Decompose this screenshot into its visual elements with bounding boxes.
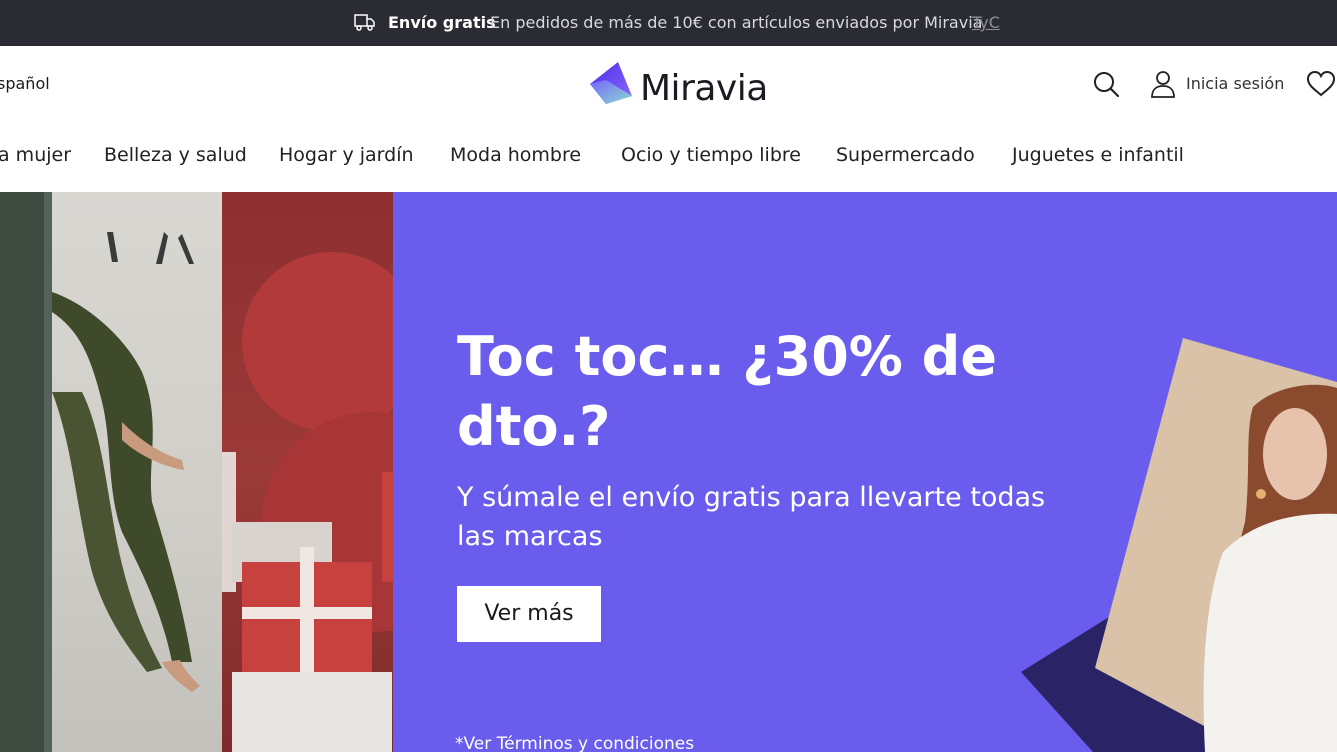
fashion-photo[interactable] [52, 192, 222, 752]
hero-title: Toc toc… ¿30% de dto.? [457, 325, 997, 458]
miravia-logo-mark [590, 62, 632, 104]
site-header: spañol Miravia Inicia sesión a mujer Bel… [0, 46, 1337, 192]
model-photo-collage [1021, 338, 1337, 752]
nav-item-juguetes-infantil[interactable]: Juguetes e infantil [1012, 144, 1184, 166]
hero-carousel: Toc toc… ¿30% de dto.? Y súmale el envío… [0, 192, 1337, 752]
nav-item-belleza-salud[interactable]: Belleza y salud [104, 144, 247, 166]
language-selector[interactable]: spañol [0, 74, 50, 93]
promo-bar: Envío gratis En pedidos de más de 10€ co… [0, 0, 1337, 46]
dancer-illustration [52, 232, 200, 692]
hero-subtitle: Y súmale el envío gratis para llevarte t… [457, 482, 1046, 552]
category-nav: a mujer Belleza y salud Hogar y jardín M… [0, 144, 1337, 172]
logo-text: Miravia [640, 68, 768, 109]
truck-icon [354, 14, 375, 31]
promo-bold-text: Envío gratis [388, 13, 496, 32]
previous-slide-edge[interactable] [0, 192, 52, 752]
search-icon[interactable] [1092, 70, 1120, 98]
heart-icon[interactable] [1306, 70, 1336, 98]
nav-item-moda-hombre[interactable]: Moda hombre [450, 144, 581, 166]
nav-item-hogar-jardin[interactable]: Hogar y jardín [279, 144, 414, 166]
sign-in-label: Inicia sesión [1186, 74, 1285, 93]
promo-banner[interactable]: Toc toc… ¿30% de dto.? Y súmale el envío… [393, 192, 1337, 752]
ver-mas-button[interactable]: Ver más [457, 586, 601, 642]
gifts-photo[interactable] [222, 192, 393, 752]
terms-link[interactable]: *Ver Términos y condiciones [455, 734, 694, 752]
nav-item-moda-mujer[interactable]: a mujer [0, 144, 71, 166]
promo-text: En pedidos de más de 10€ con artículos e… [490, 13, 983, 32]
nav-item-ocio-tiempo-libre[interactable]: Ocio y tiempo libre [621, 144, 801, 166]
user-icon [1151, 71, 1175, 98]
promo-terms-link[interactable]: TyC [972, 13, 1000, 32]
gift-boxes-illustration [222, 252, 393, 752]
nav-item-supermercado[interactable]: Supermercado [836, 144, 975, 166]
